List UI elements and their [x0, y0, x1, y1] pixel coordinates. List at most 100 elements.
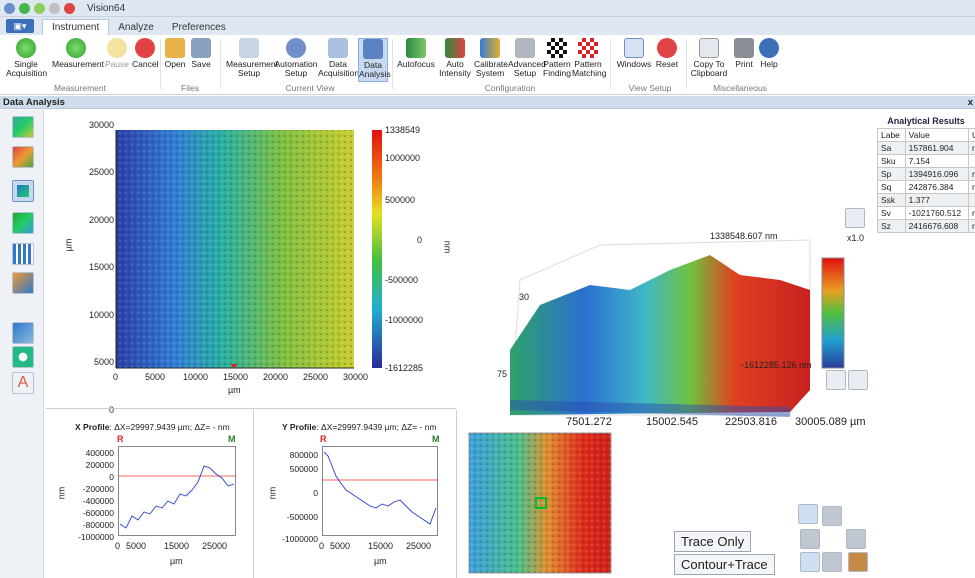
col-header-label[interactable]: Labe [877, 128, 906, 142]
x-profile-r-marker[interactable]: R [117, 434, 124, 444]
help-button[interactable]: Help [758, 38, 780, 69]
pan-up-icon[interactable] [822, 506, 842, 526]
data-acquisition-button[interactable]: Data Acquisition [318, 38, 359, 78]
checker-red-icon [578, 38, 598, 58]
play-icon[interactable] [34, 2, 45, 14]
single-acquisition-button[interactable]: Single Acquisition [6, 38, 47, 78]
text-annotation-icon[interactable]: A [12, 372, 34, 394]
x-tick: 30000 [343, 372, 369, 382]
copy-clipboard-button[interactable]: Copy To Clipboard [688, 38, 730, 78]
acquisition-icon [328, 38, 348, 58]
x-tick: 15000 [368, 541, 394, 551]
table-row[interactable]: Sa157861.904nm [877, 141, 975, 155]
3d-view-icon[interactable] [12, 146, 34, 168]
results-title: Analytical Results [887, 116, 965, 126]
table-row[interactable]: Sv-1021760.512nm [877, 206, 975, 220]
results-header-row: Labe Value Un [877, 128, 975, 142]
zoom-out-icon[interactable] [800, 552, 820, 572]
y-profile-x-label: µm [374, 556, 387, 566]
refresh-icon[interactable] [12, 346, 34, 368]
table-row[interactable]: Sp1394916.096nm [877, 167, 975, 181]
tab-preferences[interactable]: Preferences [163, 20, 235, 35]
app-icon[interactable] [4, 2, 15, 14]
cell: 1394916.096 [904, 167, 969, 181]
cell [967, 154, 975, 168]
measurement-setup-button[interactable]: Measurement Setup [226, 38, 278, 78]
advanced-setup-button[interactable]: Advanced Setup [508, 38, 546, 78]
automation-setup-button[interactable]: Automation Setup [274, 38, 318, 78]
data-analysis-button[interactable]: Data Analysis [358, 38, 391, 82]
x-profile-plot [118, 446, 236, 536]
trace-only-button[interactable]: Trace Only [674, 531, 752, 552]
autofocus-button[interactable]: Autofocus [396, 38, 436, 69]
print-button[interactable]: Print [732, 38, 756, 69]
file-menu-button[interactable]: ▣▾ [6, 19, 34, 33]
setup-icon [239, 38, 259, 58]
cell: Sp [877, 167, 906, 181]
zoom-in-icon[interactable] [798, 504, 818, 524]
reset-button[interactable]: Reset [654, 38, 680, 69]
surface-x-ticks: 7501.272 15002.545 22503.816 30005.089 µ… [560, 416, 880, 430]
close-panel-icon[interactable]: x [968, 96, 973, 109]
stop-icon[interactable] [64, 2, 75, 14]
heatmap-view-icon[interactable] [12, 116, 34, 138]
bar-chart-icon[interactable] [12, 243, 34, 265]
table-row[interactable]: Sku 7.154 [877, 154, 975, 168]
pattern-matching-button[interactable]: Pattern Matching [572, 38, 607, 78]
group-label-files: Files [181, 83, 199, 93]
undo-icon[interactable] [49, 2, 60, 14]
checker-icon [547, 38, 567, 58]
group-label-view-setup: View Setup [628, 83, 672, 93]
measurement-button[interactable]: Measurement [52, 38, 104, 69]
x-tick: 25000 [303, 372, 329, 382]
profile-view-icon[interactable] [12, 180, 34, 202]
x-profile-m-marker[interactable]: M [228, 434, 236, 444]
y-profile-m-marker[interactable]: M [432, 434, 440, 444]
analytical-results-panel: Analytical Results Labe Value Un Sa15786… [877, 112, 975, 267]
tab-analyze[interactable]: Analyze [109, 20, 163, 35]
col-header-value[interactable]: Value [904, 128, 969, 142]
pan-left-icon[interactable] [800, 529, 820, 549]
rotate-left-icon[interactable] [826, 370, 846, 390]
group-label-measurement: Measurement [54, 83, 106, 93]
automation-icon [286, 38, 306, 58]
x-tick: 20000 [263, 372, 289, 382]
table-row[interactable]: Sz2416676.608nm [877, 219, 975, 233]
cancel-button[interactable]: Cancel [132, 38, 158, 69]
calibrate-system-button[interactable]: Calibrate System [474, 38, 508, 78]
save-button[interactable]: Save [190, 38, 212, 69]
surface-x-tick: 30005.089 µm [795, 416, 866, 428]
heatmap-x-ticks: 0 5000 10000 15000 20000 25000 30000 [100, 372, 380, 384]
x-tick: 0 [115, 541, 121, 551]
windows-button[interactable]: Windows [616, 38, 652, 69]
cell: nm [967, 219, 975, 233]
open-button[interactable]: Open [164, 38, 186, 69]
col-header-unit[interactable]: Un [967, 128, 975, 142]
pan-down-icon[interactable] [822, 552, 842, 572]
pan-right-icon[interactable] [846, 529, 866, 549]
pause-button[interactable]: Pause [104, 38, 130, 69]
cell: -1021760.512 [904, 206, 969, 220]
pattern-finding-button[interactable]: Pattern Finding [543, 38, 571, 78]
histogram-map-icon[interactable] [12, 212, 34, 234]
panel-title: Data Analysis [3, 97, 65, 108]
run-icon[interactable] [19, 2, 30, 14]
surface-3d-plot[interactable] [480, 200, 875, 435]
overview-map[interactable] [468, 432, 612, 574]
rotate-down-icon[interactable] [848, 370, 868, 390]
contour-trace-button[interactable]: Contour+Trace [674, 554, 775, 575]
divider [46, 408, 456, 409]
rotate-up-icon[interactable] [845, 208, 865, 228]
filter-icon[interactable] [12, 322, 34, 344]
y-profile-r-marker[interactable]: R [320, 434, 327, 444]
table-row[interactable]: Ssk 1.377 [877, 193, 975, 207]
cancel-icon [135, 38, 155, 58]
export-icon[interactable] [12, 272, 34, 294]
tab-instrument[interactable]: Instrument [42, 19, 110, 35]
cell: Sa [877, 141, 906, 155]
y-profile-x-ticks: 0 5000 15000 25000 [316, 541, 446, 553]
colorbar-tick: 0 [417, 235, 423, 245]
pan-hand-icon[interactable] [848, 552, 868, 572]
table-row[interactable]: Sq242876.384nm [877, 180, 975, 194]
auto-intensity-button[interactable]: Auto Intensity [438, 38, 472, 78]
